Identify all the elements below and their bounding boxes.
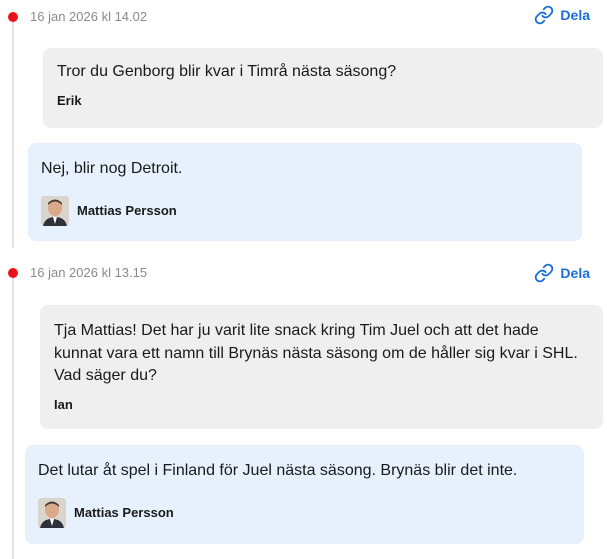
answer-author: Mattias Persson — [74, 505, 174, 520]
question-author: Ian — [54, 396, 73, 412]
share-button[interactable]: Dela — [534, 5, 590, 25]
timeline-dot — [8, 268, 18, 278]
question-author: Erik — [57, 92, 82, 108]
question-card: Tja Mattias! Det har ju varit lite snack… — [40, 305, 603, 429]
link-icon — [534, 263, 554, 283]
author-avatar — [41, 195, 69, 226]
question-card: Tror du Genborg blir kvar i Timrå nästa … — [43, 48, 603, 128]
link-icon — [534, 5, 554, 25]
answer-card: Nej, blir nog Detroit. Mattias Persson — [28, 143, 582, 241]
timestamp: 16 jan 2026 kl 14.02 — [30, 9, 148, 24]
author-avatar — [38, 497, 66, 528]
share-button[interactable]: Dela — [534, 263, 590, 283]
timestamp: 16 jan 2026 kl 13.15 — [30, 265, 148, 280]
timeline-line — [12, 276, 14, 559]
answer-text: Nej, blir nog Detroit. — [41, 160, 183, 177]
timeline-line — [12, 20, 14, 248]
answer-text: Det lutar åt spel i Finland för Juel näs… — [38, 462, 518, 479]
timeline-dot — [8, 12, 18, 22]
question-text: Tror du Genborg blir kvar i Timrå nästa … — [57, 63, 397, 80]
answer-card: Det lutar åt spel i Finland för Juel näs… — [25, 445, 584, 544]
answer-author: Mattias Persson — [77, 203, 177, 218]
question-text: Tja Mattias! Det har ju varit lite snack… — [54, 322, 578, 384]
share-label: Dela — [560, 265, 590, 281]
share-label: Dela — [560, 7, 590, 23]
